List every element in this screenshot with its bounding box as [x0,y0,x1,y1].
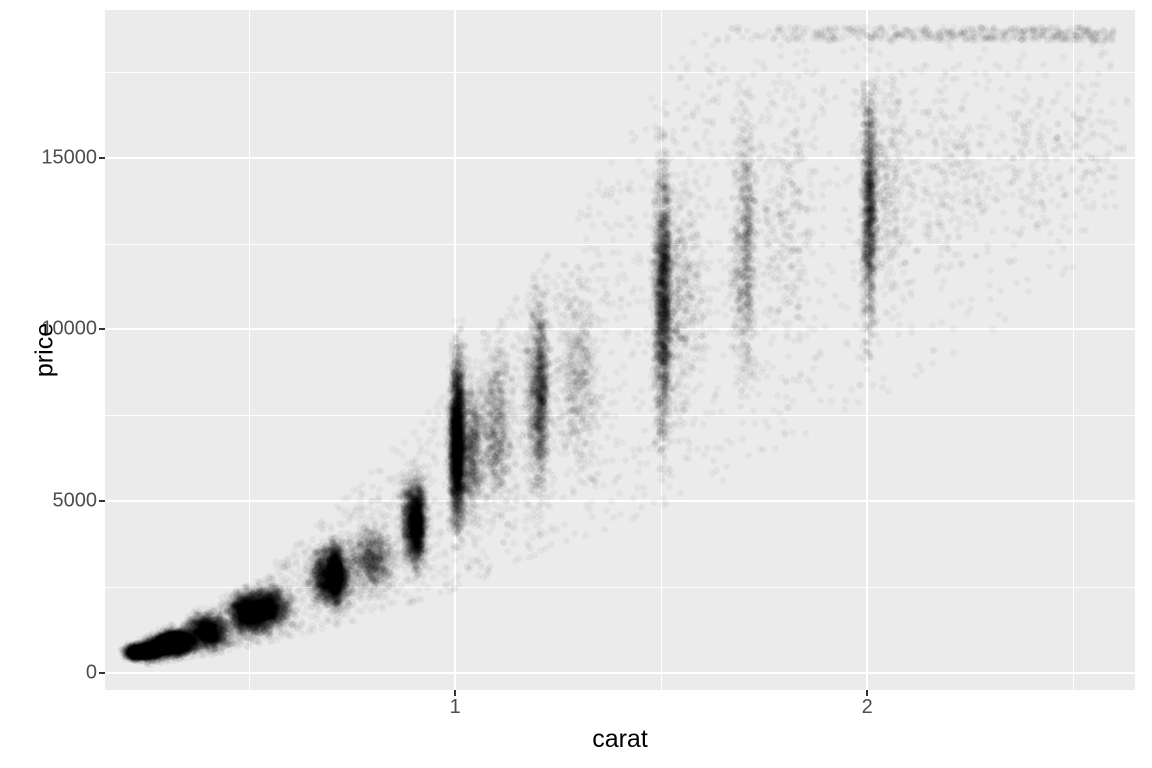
x-tick-label: 1 [450,696,461,719]
y-tick-label: 5000 [7,490,97,513]
y-tick-label: 0 [7,661,97,684]
y-tick-mark [99,500,105,502]
gridline-h-minor [105,72,1135,73]
plot-panel [105,10,1135,690]
y-axis-title: price [31,323,60,377]
y-tick-label: 15000 [7,146,97,169]
gridline-h [105,328,1135,330]
y-tick-mark [99,157,105,159]
x-tick-label: 2 [862,696,873,719]
y-tick-mark [99,672,105,674]
x-axis-title: carat [592,725,648,754]
gridline-h [105,157,1135,159]
y-tick-mark [99,328,105,330]
gridline-h-minor [105,415,1135,416]
gridline-h-minor [105,244,1135,245]
gridline-h [105,500,1135,502]
gridline-h [105,672,1135,674]
chart-container: 0 5000 10000 15000 1 2 price carat [0,0,1152,768]
